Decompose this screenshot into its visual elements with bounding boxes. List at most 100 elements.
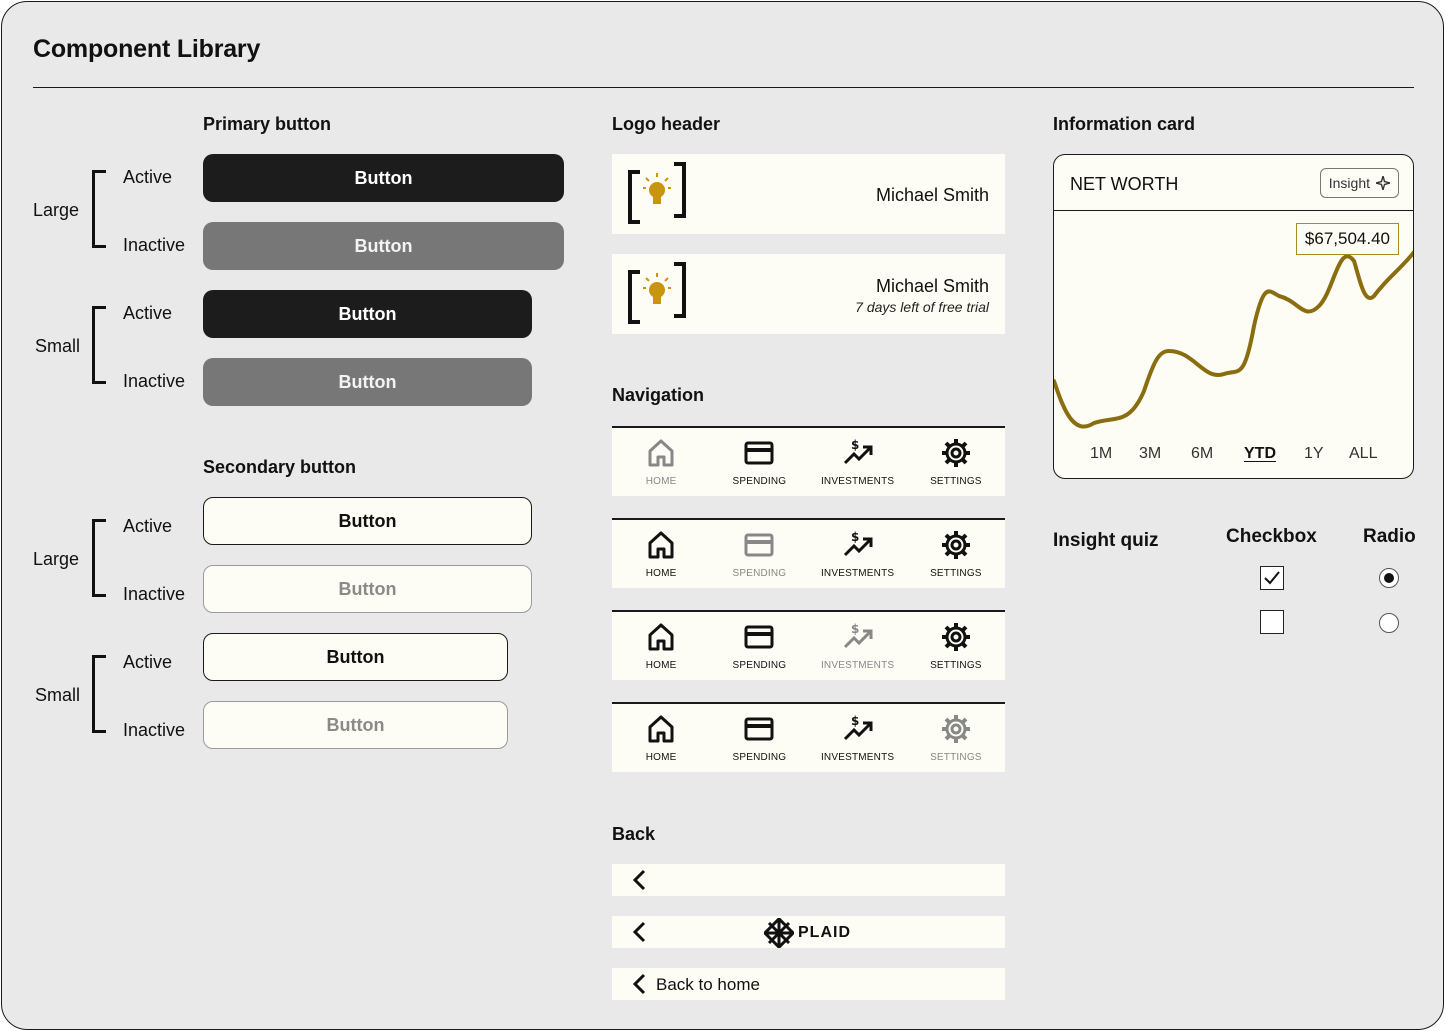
lightbulb-logo-icon [628, 162, 686, 224]
sparkle-icon [1376, 176, 1390, 190]
nav-label-home: HOME [645, 752, 677, 763]
checkbox-unchecked[interactable] [1260, 610, 1284, 634]
primary-small-active-button[interactable]: Button [203, 290, 532, 338]
plaid-logo: PLAID [764, 918, 851, 948]
nav-label-settings: SETTINGS [930, 476, 982, 487]
secondary-small-active-button[interactable]: Button [203, 633, 508, 681]
investment-trend-icon: $ [843, 714, 873, 741]
nav-item-settings[interactable]: SETTINGS [907, 520, 1005, 588]
free-trial-text: 7 days left of free trial [855, 299, 989, 315]
gear-icon [941, 531, 970, 559]
back-bar-plain[interactable] [612, 864, 1005, 896]
primary-large-inactive-label: Inactive [123, 235, 186, 255]
net-worth-label: NET WORTH [1070, 174, 1179, 194]
primary-small-active-label: Active [123, 303, 173, 323]
chevron-left-icon [632, 973, 646, 995]
primary-small-inactive-button[interactable]: Button [203, 358, 532, 406]
range-6m[interactable]: 6M [1191, 445, 1213, 463]
credit-card-icon [744, 533, 774, 557]
home-icon [648, 439, 674, 467]
investment-trend-icon: $ [843, 438, 873, 465]
nav-item-home[interactable]: HOME [612, 428, 710, 496]
primary-small-bracket [92, 306, 106, 384]
checkbox-column-label: Checkbox [1226, 526, 1317, 547]
radio-column-label: Radio [1363, 526, 1416, 547]
nav-label-investments: INVESTMENTS [820, 752, 895, 763]
nav-item-spending[interactable]: SPENDING [710, 428, 808, 496]
logo-header-title: Logo header [612, 114, 721, 134]
nav-label-investments: INVESTMENTS [820, 660, 895, 671]
primary-large-label: Large [33, 200, 80, 220]
nav-item-spending[interactable]: SPENDING [710, 520, 808, 588]
credit-card-icon [744, 625, 774, 649]
investment-trend-icon: $ [843, 622, 873, 649]
primary-small-inactive-label: Inactive [123, 371, 186, 391]
primary-large-active-button[interactable]: Button [203, 154, 564, 202]
nav-label-settings: SETTINGS [930, 660, 982, 671]
nav-item-investments[interactable]: $ INVESTMENTS [809, 612, 907, 680]
insight-button[interactable]: Insight [1319, 168, 1399, 198]
range-1m[interactable]: 1M [1090, 445, 1112, 463]
nav-label-spending: SPENDING [732, 568, 787, 579]
nav-item-settings[interactable]: SETTINGS [907, 428, 1005, 496]
credit-card-icon [744, 717, 774, 741]
home-icon [648, 623, 674, 651]
plaid-pattern-icon [764, 918, 794, 948]
back-title: Back [612, 824, 656, 844]
lightbulb-logo-icon [628, 262, 686, 324]
back-bar-plaid[interactable]: PLAID [612, 916, 1005, 948]
secondary-large-active-label: Active [123, 516, 173, 536]
secondary-small-active-label: Active [123, 652, 173, 672]
secondary-large-bracket [92, 519, 106, 597]
svg-text:$: $ [851, 530, 859, 544]
nav-item-spending[interactable]: SPENDING [710, 612, 808, 680]
card-header: NET WORTH Insight [1054, 155, 1413, 211]
nav-label-investments: INVESTMENTS [820, 476, 895, 487]
navigation-title: Navigation [612, 385, 705, 405]
insight-label: Insight [1328, 175, 1370, 191]
primary-large-active-label: Active [123, 167, 173, 187]
secondary-large-active-button[interactable]: Button [203, 497, 532, 545]
radio-selected[interactable] [1379, 568, 1399, 588]
chevron-left-icon [632, 921, 646, 943]
nav-item-home[interactable]: HOME [612, 520, 710, 588]
nav-bar-investments-inactive: HOME SPENDING $ INVESTMENTS SETTINGS [612, 610, 1005, 680]
secondary-small-inactive-label: Inactive [123, 720, 186, 740]
range-ytd[interactable]: YTD [1244, 445, 1276, 463]
primary-small-label: Small [35, 336, 81, 356]
nav-item-investments[interactable]: $ INVESTMENTS [809, 704, 907, 772]
nav-bar-spending-inactive: HOME SPENDING $ INVESTMENTS SETTINGS [612, 518, 1005, 588]
checkbox-checked[interactable] [1260, 566, 1284, 590]
radio-unselected[interactable] [1379, 613, 1399, 633]
range-1y[interactable]: 1Y [1304, 445, 1324, 463]
component-library-frame: Component Library Primary button Large A… [1, 1, 1444, 1030]
nav-label-spending: SPENDING [732, 752, 787, 763]
title-divider [33, 87, 1414, 88]
secondary-small-inactive-button[interactable]: Button [203, 701, 508, 749]
nav-item-home[interactable]: HOME [612, 612, 710, 680]
gear-icon [941, 439, 970, 467]
nav-item-settings[interactable]: SETTINGS [907, 612, 1005, 680]
home-icon [648, 715, 674, 743]
range-all[interactable]: ALL [1349, 445, 1377, 463]
secondary-large-inactive-button[interactable]: Button [203, 565, 532, 613]
nav-label-home: HOME [645, 660, 677, 671]
back-to-home-bar[interactable]: Back to home [612, 968, 1005, 1000]
nav-item-settings[interactable]: SETTINGS [907, 704, 1005, 772]
logo-header-user-name: Michael Smith [875, 185, 989, 205]
primary-button-title: Primary button [203, 114, 332, 134]
nav-item-spending[interactable]: SPENDING [710, 704, 808, 772]
nav-label-home: HOME [645, 476, 677, 487]
nav-item-investments[interactable]: $ INVESTMENTS [809, 520, 907, 588]
svg-text:$: $ [851, 438, 859, 452]
range-3m[interactable]: 3M [1139, 445, 1161, 463]
investment-trend-icon: $ [843, 530, 873, 557]
back-to-home-text: Back to home [656, 975, 760, 994]
nav-label-spending: SPENDING [732, 476, 787, 487]
nav-item-home[interactable]: HOME [612, 704, 710, 772]
nav-item-investments[interactable]: $ INVESTMENTS [809, 428, 907, 496]
secondary-large-label: Large [33, 549, 80, 569]
nav-label-investments: INVESTMENTS [820, 568, 895, 579]
primary-large-inactive-button[interactable]: Button [203, 222, 564, 270]
gear-icon [941, 623, 970, 651]
